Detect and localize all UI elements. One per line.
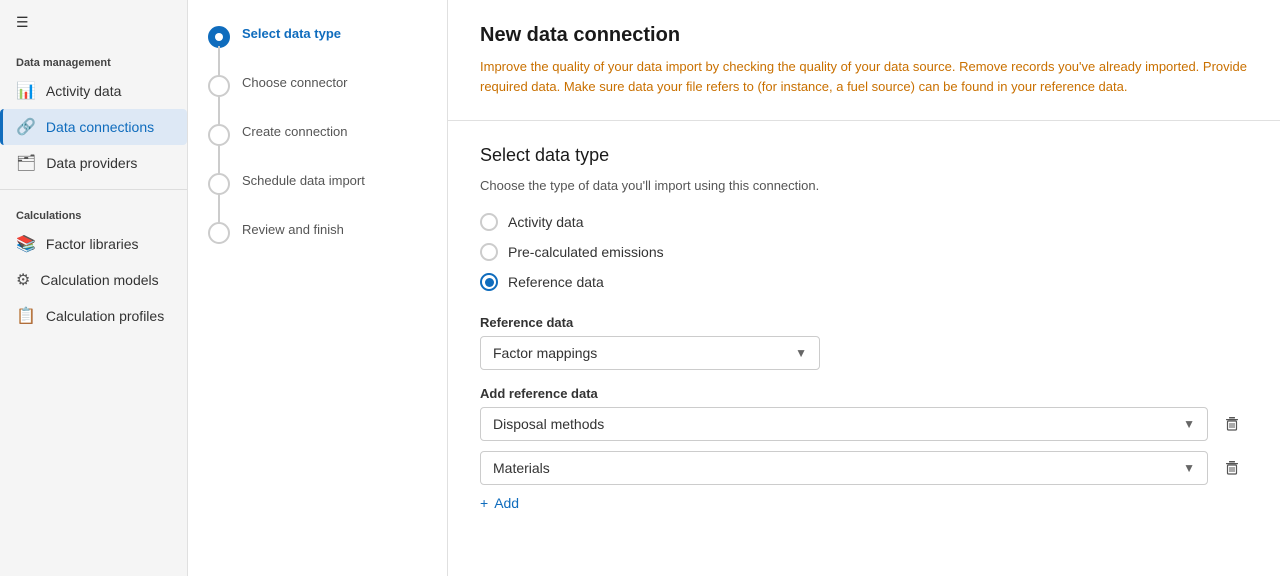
reference-data-label: Reference data (480, 315, 1248, 330)
add-reference-link[interactable]: + Add (480, 495, 1248, 511)
hamburger-icon: ☰ (16, 14, 29, 30)
sidebar-item-label: Activity data (46, 83, 121, 99)
calculation-models-icon: ⚙ (16, 270, 30, 290)
add-reference-label: Add reference data (480, 386, 1248, 401)
delete-materials-button[interactable] (1216, 452, 1248, 484)
sidebar-item-label: Calculation profiles (46, 308, 164, 324)
data-providers-icon: 🗂 (16, 153, 36, 173)
trash-icon (1224, 460, 1240, 476)
sidebar-item-calculation-profiles[interactable]: 📋 Calculation profiles (0, 298, 187, 334)
radio-input-activity (480, 213, 498, 231)
step-circle-1 (208, 26, 230, 48)
data-connections-icon: 🔗 (16, 117, 36, 137)
step-select-data-type[interactable]: Select data type (208, 24, 427, 73)
add-icon: + (480, 495, 488, 511)
disposal-methods-value: Disposal methods (493, 416, 604, 432)
sidebar-item-label: Calculation models (40, 272, 158, 288)
step-create-connection[interactable]: Create connection (208, 122, 427, 171)
sidebar-item-label: Data connections (46, 119, 154, 135)
step-review-and-finish[interactable]: Review and finish (208, 220, 427, 269)
radio-reference-data[interactable]: Reference data (480, 273, 1248, 291)
sidebar-item-activity-data[interactable]: 📊 Activity data (0, 73, 187, 109)
materials-value: Materials (493, 460, 550, 476)
step-circle-3 (208, 124, 230, 146)
step-label-5: Review and finish (242, 220, 344, 269)
radio-pre-calculated[interactable]: Pre-calculated emissions (480, 243, 1248, 261)
trash-icon (1224, 416, 1240, 432)
sidebar-item-label: Factor libraries (46, 236, 139, 252)
sidebar-item-data-connections[interactable]: 🔗 Data connections (0, 109, 187, 145)
add-link-label: Add (494, 495, 519, 511)
step-circle-2 (208, 75, 230, 97)
radio-label-reference: Reference data (508, 274, 604, 290)
disposal-methods-dropdown[interactable]: Disposal methods ▼ (480, 407, 1208, 441)
disposal-methods-arrow: ▼ (1183, 417, 1195, 431)
stepper-panel: Select data type Choose connector Create… (188, 0, 448, 576)
step-schedule-data-import[interactable]: Schedule data import (208, 171, 427, 220)
step-label-2: Choose connector (242, 73, 348, 122)
materials-dropdown[interactable]: Materials ▼ (480, 451, 1208, 485)
section-desc: Choose the type of data you'll import us… (480, 178, 1248, 193)
radio-activity-data[interactable]: Activity data (480, 213, 1248, 231)
sidebar-section-data-management: Data management 📊 Activity data 🔗 Data c… (0, 45, 187, 181)
materials-arrow: ▼ (1183, 461, 1195, 475)
radio-label-activity: Activity data (508, 214, 583, 230)
sidebar-item-factor-libraries[interactable]: 📚 Factor libraries (0, 226, 187, 262)
section-label-data-management: Data management (0, 45, 187, 73)
delete-disposal-methods-button[interactable] (1216, 408, 1248, 440)
sidebar-item-label: Data providers (46, 155, 137, 171)
step-label-3: Create connection (242, 122, 348, 171)
reference-data-value: Factor mappings (493, 345, 597, 361)
main-content: New data connection Improve the quality … (448, 0, 1280, 576)
factor-libraries-icon: 📚 (16, 234, 36, 254)
step-label-4: Schedule data import (242, 171, 365, 220)
step-circle-4 (208, 173, 230, 195)
sidebar-item-data-providers[interactable]: 🗂 Data providers (0, 145, 187, 181)
step-choose-connector[interactable]: Choose connector (208, 73, 427, 122)
page-title: New data connection (480, 24, 1248, 47)
calculation-profiles-icon: 📋 (16, 306, 36, 326)
radio-group: Activity data Pre-calculated emissions R… (480, 213, 1248, 291)
hamburger-button[interactable]: ☰ (0, 0, 187, 45)
add-ref-row-1: Disposal methods ▼ (480, 407, 1248, 441)
sidebar-divider (0, 189, 187, 190)
info-text: Improve the quality of your data import … (480, 57, 1248, 96)
step-circle-5 (208, 222, 230, 244)
sidebar-section-calculations: Calculations 📚 Factor libraries ⚙ Calcul… (0, 198, 187, 334)
reference-data-dropdown[interactable]: Factor mappings ▼ (480, 336, 820, 370)
add-ref-row-2: Materials ▼ (480, 451, 1248, 485)
section-divider (448, 120, 1280, 121)
reference-data-arrow: ▼ (795, 346, 807, 360)
radio-input-precalculated (480, 243, 498, 261)
step-label-1: Select data type (242, 24, 341, 73)
sidebar: ☰ Data management 📊 Activity data 🔗 Data… (0, 0, 188, 576)
sidebar-item-calculation-models[interactable]: ⚙ Calculation models (0, 262, 187, 298)
section-title: Select data type (480, 145, 1248, 166)
radio-input-reference (480, 273, 498, 291)
reference-data-section: Reference data Factor mappings ▼ (480, 315, 1248, 370)
section-label-calculations: Calculations (0, 198, 187, 226)
radio-label-precalculated: Pre-calculated emissions (508, 244, 664, 260)
activity-data-icon: 📊 (16, 81, 36, 101)
add-reference-section: Add reference data Disposal methods ▼ Ma… (480, 386, 1248, 511)
